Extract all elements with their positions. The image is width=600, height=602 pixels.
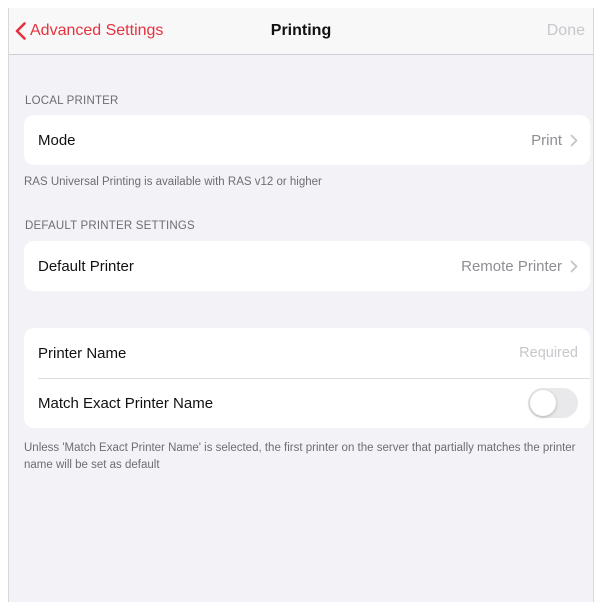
local-printer-footer: RAS Universal Printing is available with… — [24, 176, 322, 188]
done-button[interactable]: Done — [547, 22, 585, 40]
match-exact-label: Match Exact Printer Name — [38, 394, 214, 412]
default-printer-row[interactable]: Default Printer Remote Printer — [24, 241, 590, 291]
settings-panel: Advanced Settings Printing Done LOCAL PR… — [8, 8, 594, 602]
printer-name-input[interactable]: Required — [519, 345, 578, 361]
match-exact-row: Match Exact Printer Name — [24, 378, 590, 428]
toggle-knob — [530, 390, 556, 416]
chevron-right-icon — [570, 260, 578, 272]
page-title: Printing — [270, 22, 332, 39]
match-exact-toggle[interactable] — [528, 388, 578, 418]
navigation-bar: Advanced Settings Printing Done — [9, 8, 593, 55]
printer-name-label: Printer Name — [38, 344, 127, 362]
chevron-right-icon — [570, 134, 578, 146]
default-printer-value: Remote Printer — [461, 258, 578, 275]
mode-label: Mode — [38, 131, 76, 149]
mode-row[interactable]: Mode Print — [24, 115, 590, 165]
local-printer-header: LOCAL PRINTER — [25, 95, 119, 107]
mode-value-text: Print — [531, 131, 562, 149]
match-exact-footer: Unless 'Match Exact Printer Name' is sel… — [24, 442, 576, 471]
printer-name-group: Printer Name Required Match Exact Printe… — [24, 328, 590, 428]
local-printer-group: Mode Print — [24, 115, 590, 165]
mode-value: Print — [531, 132, 578, 149]
default-printer-settings-header: DEFAULT PRINTER SETTINGS — [25, 220, 195, 232]
default-printer-value-text: Remote Printer — [461, 257, 562, 275]
default-printer-group: Default Printer Remote Printer — [24, 241, 590, 291]
default-printer-label: Default Printer — [38, 257, 134, 275]
printer-name-row[interactable]: Printer Name Required — [24, 328, 590, 378]
